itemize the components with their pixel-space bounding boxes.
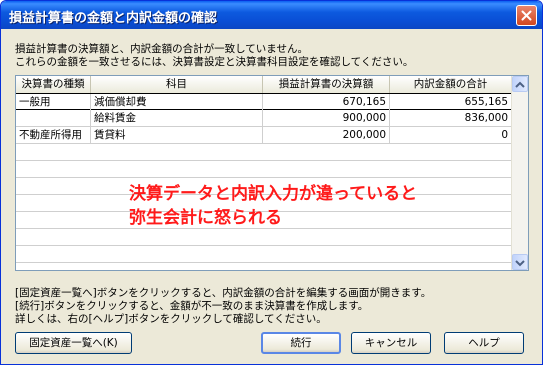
column-header-breakdown[interactable]: 内訳金額の合計 <box>390 76 512 93</box>
cell-account: 給料賃金 <box>91 110 263 126</box>
message-line-2: これらの金額を一致させるには、決算書設定と決算書科目設定を確認してください。 <box>15 56 414 68</box>
grid-header: 決算書の種類 科目 損益計算書の決算額 内訳金額の合計 <box>16 76 528 94</box>
empty-row <box>16 161 512 178</box>
help-line-3: 詳しくは、右の[ヘルプ]ボタンをクリックして確認してください。 <box>15 313 327 325</box>
continue-button[interactable]: 続行 <box>261 332 341 354</box>
cell-breakdown: 0 <box>390 127 512 143</box>
close-button[interactable] <box>516 5 537 26</box>
cell-pl-amount: 670,165 <box>263 94 390 110</box>
cell-pl-amount: 200,000 <box>263 127 390 143</box>
cancel-button[interactable]: キャンセル <box>351 332 431 354</box>
title-bar[interactable]: 損益計算書の金額と内訳金額の確認 <box>1 1 542 29</box>
scroll-up-icon <box>515 81 525 88</box>
cell-type: 不動産所得用 <box>16 127 91 143</box>
empty-row <box>16 246 512 263</box>
scroll-down-icon <box>515 260 525 267</box>
cell-type: 一般用 <box>16 94 91 110</box>
dialog-window: 損益計算書の金額と内訳金額の確認 損益計算書の決算額と、内訳金額の合計が一致して… <box>0 0 543 365</box>
cell-account: 賃貸料 <box>91 127 263 143</box>
cell-breakdown: 655,165 <box>390 94 512 110</box>
table-row[interactable]: 給料賃金 900,000 836,000 <box>16 110 512 127</box>
cell-type <box>16 110 91 126</box>
window-title: 損益計算書の金額と内訳金額の確認 <box>9 11 218 26</box>
annotation-line-1: 決算データと内訳入力が違っていると <box>129 184 418 204</box>
close-icon <box>521 10 532 21</box>
empty-row <box>16 144 512 161</box>
table-row[interactable]: 不動産所得用 賃貸料 200,000 0 <box>16 127 512 144</box>
summary-grid[interactable]: 決算書の種類 科目 損益計算書の決算額 内訳金額の合計 一般用 減価償却費 67… <box>15 75 529 271</box>
cell-breakdown: 836,000 <box>390 110 512 126</box>
vertical-scrollbar[interactable] <box>511 76 528 270</box>
cell-pl-amount: 900,000 <box>263 110 390 126</box>
annotation-line-2: 弥生会計に怒られる <box>129 208 282 228</box>
column-header-pl-amount[interactable]: 損益計算書の決算額 <box>263 76 390 93</box>
column-header-type[interactable]: 決算書の種類 <box>16 76 91 93</box>
scroll-up-button[interactable] <box>512 76 528 92</box>
help-button[interactable]: ヘルプ <box>444 332 524 354</box>
empty-row <box>16 229 512 246</box>
fixed-assets-list-button[interactable]: 固定資産一覧へ(K) <box>15 332 132 354</box>
scroll-down-button[interactable] <box>512 254 528 270</box>
column-header-account[interactable]: 科目 <box>91 76 263 93</box>
table-row[interactable]: 一般用 減価償却費 670,165 655,165 <box>16 93 512 110</box>
cell-account: 減価償却費 <box>91 94 263 110</box>
